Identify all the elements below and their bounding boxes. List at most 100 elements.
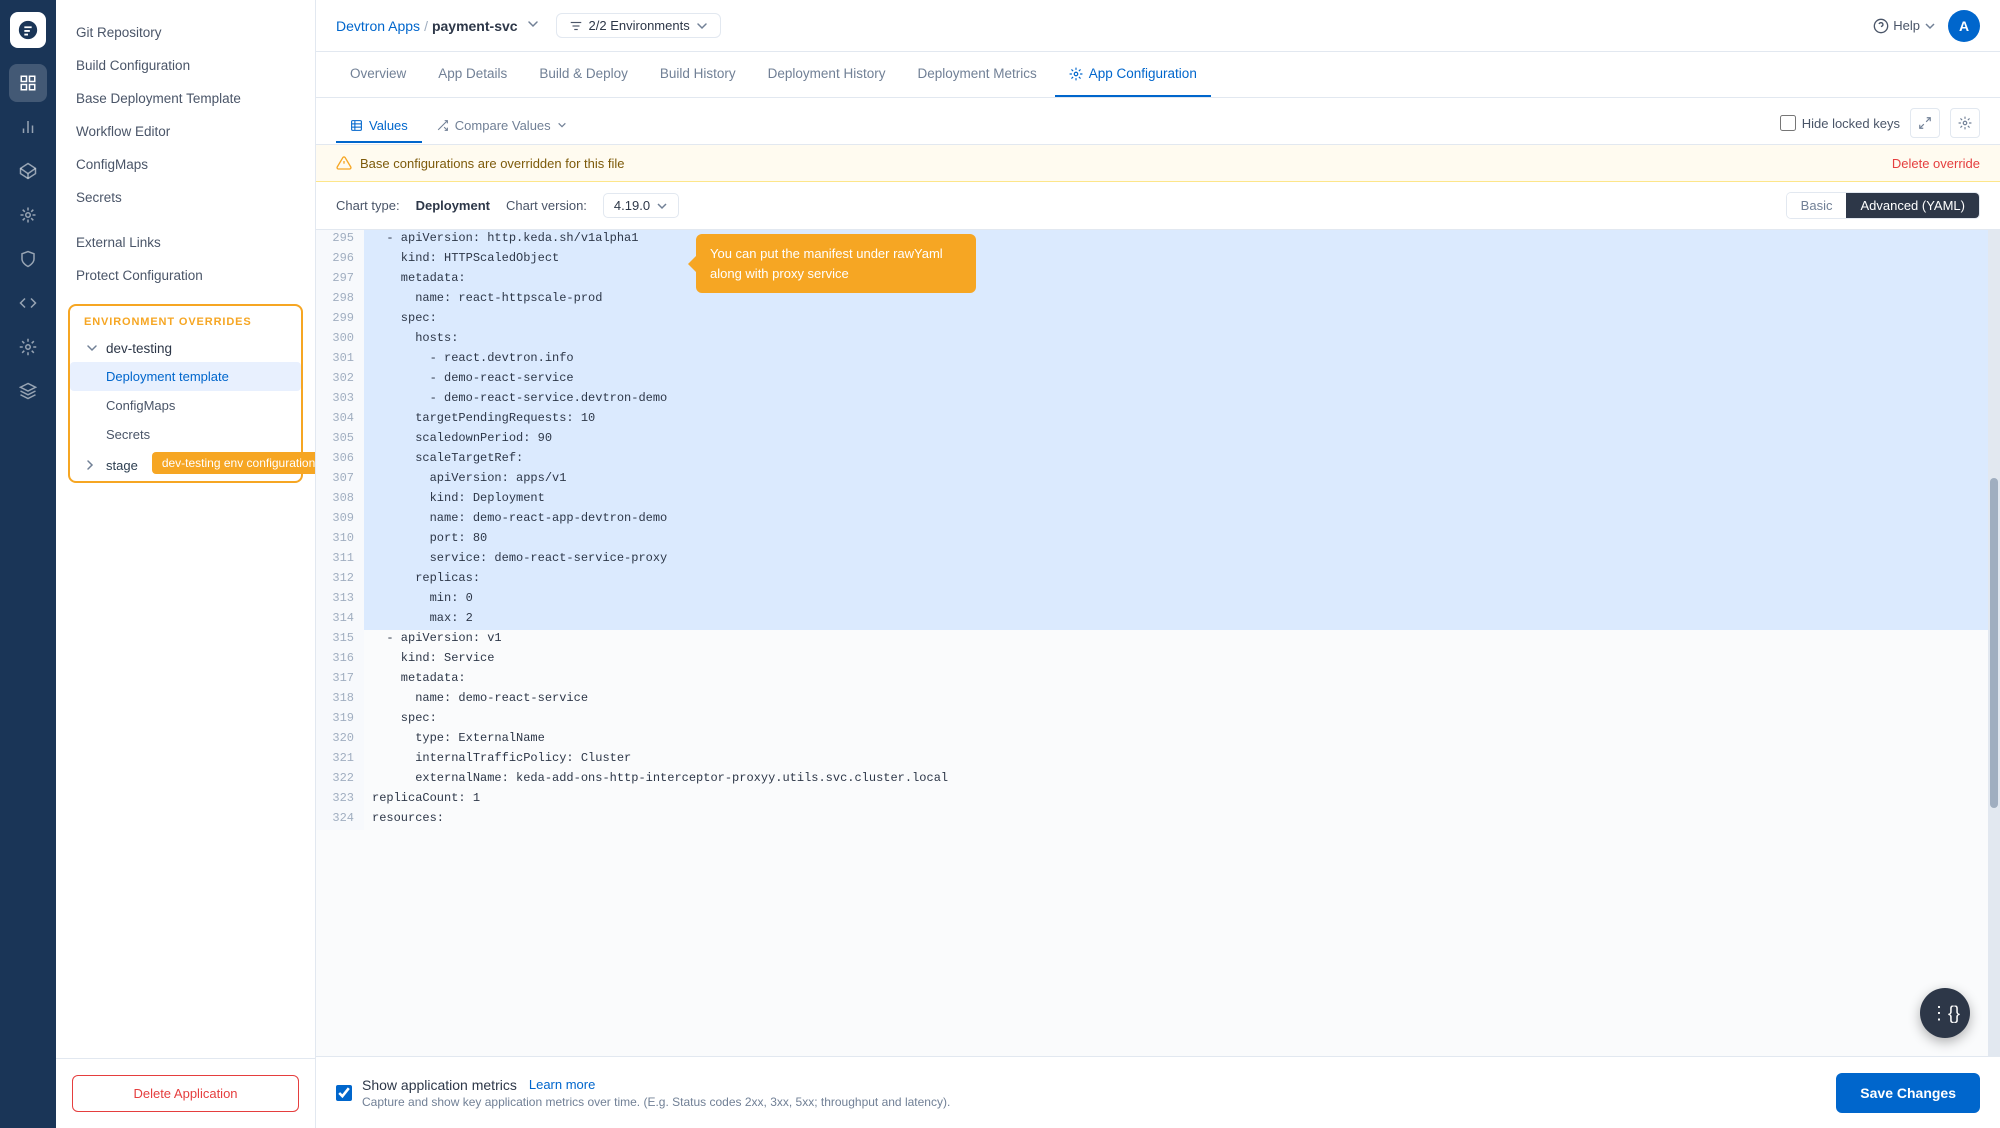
code-line: 297 metadata:: [316, 270, 2000, 290]
metrics-label[interactable]: Show application metrics: [362, 1077, 517, 1093]
sidebar-item-protect-config[interactable]: Protect Configuration: [56, 259, 315, 292]
learn-more-link[interactable]: Learn more: [529, 1077, 595, 1092]
top-bar: Devtron Apps / payment-svc 2/2 Environme…: [316, 0, 2000, 52]
env-name-dev-testing: dev-testing: [106, 341, 172, 356]
code-line: 321 internalTrafficPolicy: Cluster: [316, 750, 2000, 770]
metrics-description: Capture and show key application metrics…: [362, 1095, 950, 1109]
nav-icon-flower[interactable]: [9, 196, 47, 234]
main-content: Devtron Apps / payment-svc 2/2 Environme…: [316, 0, 2000, 1128]
hide-locked-checkbox[interactable]: [1780, 115, 1796, 131]
chart-version-value: 4.19.0: [614, 198, 650, 213]
env-badge[interactable]: 2/2 Environments: [556, 13, 721, 38]
line-number: 317: [316, 670, 364, 690]
tab-compare-label: Compare Values: [455, 118, 551, 133]
metrics-checkbox[interactable]: [336, 1085, 352, 1101]
hide-locked-keys-label[interactable]: Hide locked keys: [1780, 115, 1900, 131]
code-line: 299 spec:: [316, 310, 2000, 330]
chevron-down-icon: [84, 340, 100, 356]
line-content: service: demo-react-service-proxy: [364, 550, 2000, 570]
line-number: 316: [316, 650, 364, 670]
scroll-bar[interactable]: [1988, 230, 2000, 1056]
line-number: 300: [316, 330, 364, 350]
env-sub-item-deployment-template[interactable]: Deployment template: [70, 362, 301, 391]
line-content: replicaCount: 1: [364, 790, 2000, 810]
sidebar-item-workflow-editor[interactable]: Workflow Editor: [56, 115, 315, 148]
line-number: 315: [316, 630, 364, 650]
env-overrides-section: ENVIRONMENT OVERRIDES dev-testing Deploy…: [68, 304, 303, 483]
sidebar-item-configmaps[interactable]: ConfigMaps: [56, 148, 315, 181]
tab-build-deploy[interactable]: Build & Deploy: [525, 52, 642, 97]
tab-values[interactable]: Values: [336, 110, 422, 143]
env-sub-item-secrets[interactable]: Secrets: [70, 420, 301, 449]
sidebar-item-secrets[interactable]: Secrets: [56, 181, 315, 214]
line-content: - demo-react-service.devtron-demo: [364, 390, 2000, 410]
code-line: 318 name: demo-react-service: [316, 690, 2000, 710]
code-lines: 295 - apiVersion: http.keda.sh/v1alpha12…: [316, 230, 2000, 830]
nav-icon-layers[interactable]: [9, 372, 47, 410]
tab-compare-values[interactable]: Compare Values: [422, 110, 581, 143]
chart-type-bar: Chart type: Deployment Chart version: 4.…: [316, 182, 2000, 230]
line-content: port: 80: [364, 530, 2000, 550]
icon-sidebar: [0, 0, 56, 1128]
line-content: type: ExternalName: [364, 730, 2000, 750]
tab-app-configuration[interactable]: App Configuration: [1055, 52, 1211, 97]
env-count: 2/2 Environments: [589, 18, 690, 33]
nav-icon-stack[interactable]: [9, 152, 47, 190]
code-line: 322 externalName: keda-add-ons-http-inte…: [316, 770, 2000, 790]
mode-advanced-button[interactable]: Advanced (YAML): [1846, 193, 1979, 218]
alert-message: Base configurations are overridden for t…: [336, 155, 624, 171]
save-changes-button[interactable]: Save Changes: [1836, 1073, 1980, 1113]
app-logo[interactable]: [10, 12, 46, 48]
code-line: 323replicaCount: 1: [316, 790, 2000, 810]
nav-icon-settings[interactable]: [9, 328, 47, 366]
nav-icon-security[interactable]: [9, 240, 47, 278]
line-content: targetPendingRequests: 10: [364, 410, 2000, 430]
mode-basic-button[interactable]: Basic: [1787, 193, 1847, 218]
nav-icon-code[interactable]: [9, 284, 47, 322]
line-content: name: react-httpscale-prod: [364, 290, 2000, 310]
chart-version-select[interactable]: 4.19.0: [603, 193, 679, 218]
tab-app-details[interactable]: App Details: [424, 52, 521, 97]
avatar[interactable]: A: [1948, 10, 1980, 42]
nav-icon-chart[interactable]: [9, 108, 47, 146]
line-content: apiVersion: apps/v1: [364, 470, 2000, 490]
expand-icon-button[interactable]: [1910, 108, 1940, 138]
hide-locked-text: Hide locked keys: [1802, 116, 1900, 131]
tab-overview[interactable]: Overview: [336, 52, 420, 97]
env-group-stage[interactable]: stage: [70, 449, 152, 481]
code-line: 309 name: demo-react-app-devtron-demo: [316, 510, 2000, 530]
help-button[interactable]: Help: [1873, 18, 1936, 34]
breadcrumb-sep: /: [424, 18, 428, 34]
fab-button[interactable]: ⋮{}: [1920, 988, 1970, 1038]
line-number: 322: [316, 770, 364, 790]
tab-deployment-metrics[interactable]: Deployment Metrics: [903, 52, 1050, 97]
line-number: 309: [316, 510, 364, 530]
sidebar-item-external-links[interactable]: External Links: [56, 226, 315, 259]
sidebar-item-git-repo[interactable]: Git Repository: [56, 16, 315, 49]
settings-icon-button[interactable]: [1950, 108, 1980, 138]
delete-override-button[interactable]: Delete override: [1892, 156, 1980, 171]
sidebar-item-base-deployment[interactable]: Base Deployment Template: [56, 82, 315, 115]
line-number: 310: [316, 530, 364, 550]
chart-version-label: Chart version:: [506, 198, 587, 213]
breadcrumb-app-link[interactable]: Devtron Apps: [336, 18, 420, 34]
code-line: 310 port: 80: [316, 530, 2000, 550]
scroll-thumb[interactable]: [1990, 478, 1998, 808]
env-sub-item-configmaps[interactable]: ConfigMaps: [70, 391, 301, 420]
delete-app-button[interactable]: Delete Application: [72, 1075, 299, 1112]
line-content: hosts:: [364, 330, 2000, 350]
code-editor[interactable]: You can put the manifest under rawYaml a…: [316, 230, 2000, 1056]
tab-app-configuration-label: App Configuration: [1089, 66, 1197, 81]
code-line: 305 scaledownPeriod: 90: [316, 430, 2000, 450]
nav-icon-apps[interactable]: [9, 64, 47, 102]
line-number: 299: [316, 310, 364, 330]
breadcrumb-dropdown-icon[interactable]: [526, 17, 540, 34]
code-line: 311 service: demo-react-service-proxy: [316, 550, 2000, 570]
code-line: 306 scaleTargetRef:: [316, 450, 2000, 470]
sidebar-item-build-config[interactable]: Build Configuration: [56, 49, 315, 82]
line-number: 304: [316, 410, 364, 430]
env-group-header-dev-testing[interactable]: dev-testing: [70, 334, 301, 362]
chevron-right-icon: [84, 457, 100, 473]
tab-deployment-history[interactable]: Deployment History: [754, 52, 900, 97]
tab-build-history[interactable]: Build History: [646, 52, 750, 97]
